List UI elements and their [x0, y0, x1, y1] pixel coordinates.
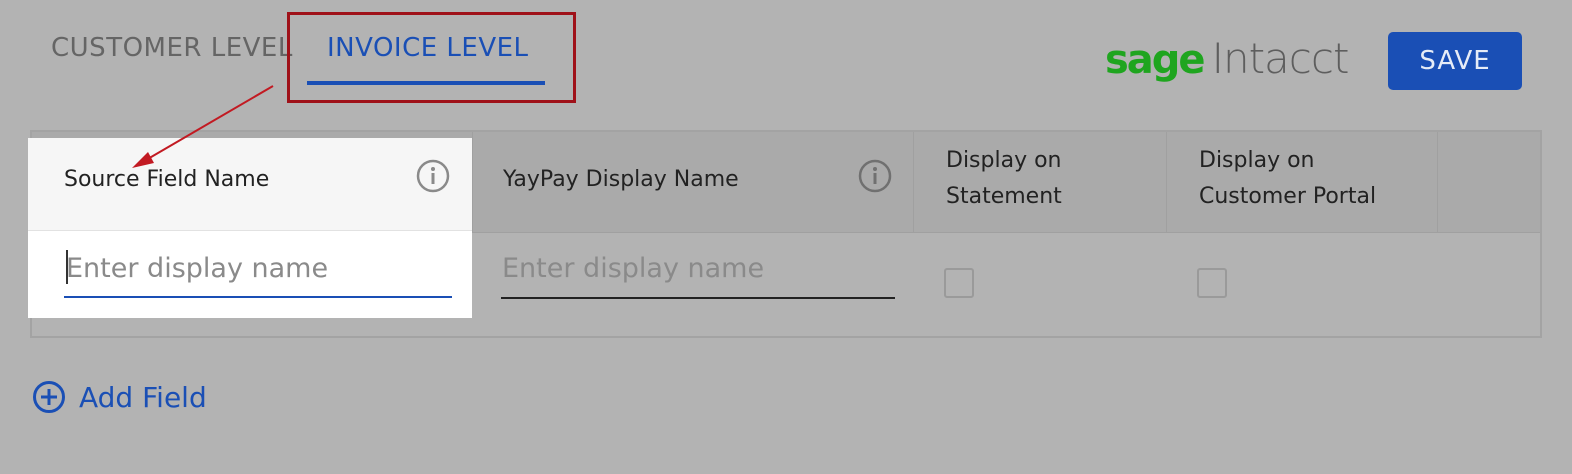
column-header-portal-line1: Display on: [1199, 148, 1315, 173]
yaypay-display-name-input[interactable]: [500, 244, 894, 292]
column-divider: [913, 132, 914, 232]
input-underline: [501, 297, 895, 299]
info-icon[interactable]: [857, 158, 893, 194]
column-header-statement-line1: Display on: [946, 148, 1062, 173]
logo-intacct-text: Intacct: [1211, 34, 1350, 83]
column-header-portal-line2: Customer Portal: [1199, 184, 1377, 209]
column-header-yaypay-display-name: YayPay Display Name: [503, 167, 739, 192]
column-divider: [1437, 132, 1438, 232]
column-header-statement-line2: Statement: [946, 184, 1062, 209]
source-field-name-input[interactable]: [64, 244, 452, 292]
logo-sage-text: sage: [1105, 37, 1206, 83]
save-button[interactable]: SAVE: [1388, 32, 1522, 90]
text-caret: [66, 250, 68, 284]
column-header-source-field-name: Source Field Name: [64, 167, 270, 192]
info-icon[interactable]: [415, 158, 451, 194]
add-field-button[interactable]: Add Field: [32, 378, 207, 416]
annotation-highlight-box: [287, 12, 576, 103]
tab-customer-level[interactable]: CUSTOMER LEVEL: [51, 30, 293, 66]
column-divider: [472, 132, 473, 232]
customer-portal-checkbox[interactable]: [1197, 268, 1227, 298]
column-divider: [1166, 132, 1167, 232]
add-field-label: Add Field: [79, 380, 207, 414]
sage-intacct-logo: sage Intacct: [1105, 34, 1350, 90]
input-underline-focused: [64, 296, 452, 298]
statement-checkbox[interactable]: [944, 268, 974, 298]
plus-circle-icon: [33, 381, 65, 413]
